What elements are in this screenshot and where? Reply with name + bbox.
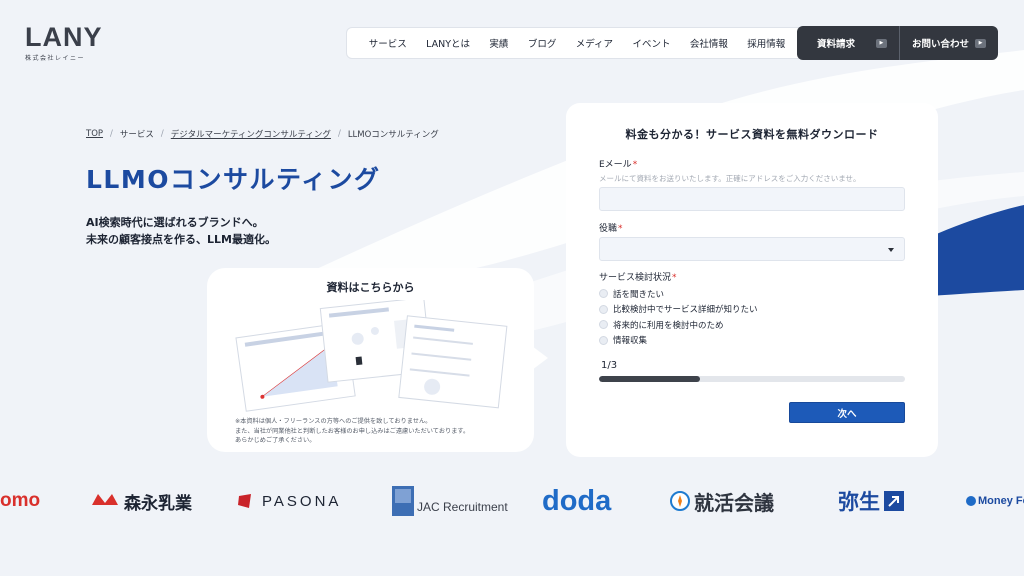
status-option-future[interactable]: 将来的に利用を検討中のため <box>599 317 758 333</box>
client-logo-moneyforward: Money For <box>966 478 1024 524</box>
disclaimer-line-3: あらかじめご了承ください。 <box>235 437 316 444</box>
contact-button[interactable]: お問い合わせ ▶ <box>898 26 998 60</box>
required-mark: * <box>632 160 638 170</box>
breadcrumb-service[interactable]: サービス <box>120 128 154 140</box>
client-logo-pasona: PASONA <box>236 478 341 524</box>
client-logo-text: 就活会議 <box>694 490 774 515</box>
status-label-text: サービス検討状況 <box>599 273 672 283</box>
nav-item-event[interactable]: イベント <box>632 36 670 50</box>
hero-lead-line-1: AI検索時代に選ばれるブランドへ。 <box>86 216 264 229</box>
page-title: LLMOコンサルティング <box>86 165 381 194</box>
client-logo-text: PASONA <box>262 492 342 510</box>
role-label: 役職* <box>599 221 623 234</box>
breadcrumb-separator: / <box>337 129 341 139</box>
morinaga-mark-icon <box>92 494 118 505</box>
download-form: 料金も分かる！サービス資料を無料ダウンロード Eメール* メールにて資料をお送り… <box>566 103 938 457</box>
progress-bar <box>599 376 905 382</box>
document-preview-card: 資料はこちらから ※本資料は個人・フリーランスの方等へのご提供を致しておりません… <box>207 268 548 452</box>
status-option-label: 比較検討中でサービス詳細が知りたい <box>613 305 758 316</box>
arrow-up-right-icon <box>884 491 904 511</box>
required-mark: * <box>672 273 677 283</box>
document-preview-image <box>235 300 508 412</box>
next-button[interactable]: 次へ <box>789 402 905 423</box>
status-radio-group: 話を聞きたい 比較検討中でサービス詳細が知りたい 将来的に利用を検討中のため 情… <box>599 286 758 348</box>
nav-item-company[interactable]: 会社情報 <box>690 36 728 50</box>
radio-button[interactable] <box>599 289 608 299</box>
radio-button[interactable] <box>599 335 608 345</box>
compass-icon <box>670 491 690 511</box>
client-logo-text: 森永乳業 <box>124 493 192 514</box>
nav-item-media[interactable]: メディア <box>576 36 613 50</box>
client-logo-text: Money For <box>978 495 1024 507</box>
client-logo-jac: JAC Recruitment <box>392 478 508 524</box>
document-disclaimer: ※本資料は個人・フリーランスの方等へのご提供を致しておりません。 また、当社が同… <box>235 417 469 446</box>
nav-item-blog[interactable]: ブログ <box>528 36 557 50</box>
nav-item-service[interactable]: サービス <box>369 36 407 50</box>
email-label: Eメール* <box>599 157 637 170</box>
nav-item-about[interactable]: LANYとは <box>426 36 470 50</box>
pasona-mark-icon <box>238 494 251 508</box>
jac-mark-icon <box>392 486 414 516</box>
email-label-text: Eメール <box>599 160 632 170</box>
hero-lead: AI検索時代に選ばれるブランドへ。 未来の顧客接点を作る、LLM最適化。 <box>86 214 276 248</box>
caret-down-icon <box>888 248 894 252</box>
radio-button[interactable] <box>599 320 608 330</box>
status-option-label: 話を聞きたい <box>613 289 665 300</box>
lany-logo[interactable]: LANY 株式会社レイニー <box>25 22 103 62</box>
radio-button[interactable] <box>599 304 608 314</box>
breadcrumb-digital-marketing[interactable]: デジタルマーケティングコンサルティング <box>171 128 331 140</box>
request-document-label: 資料請求 <box>817 39 856 50</box>
status-option-label: 情報収集 <box>613 336 648 347</box>
moneyforward-mark-icon <box>966 496 976 506</box>
disclaimer-line-2: また、当社が同業他社と判断したお客様のお申し込みはご遠慮いただいております。 <box>235 427 470 435</box>
client-logo-omo: omo <box>0 490 41 511</box>
contact-label: お問い合わせ <box>911 39 969 50</box>
form-title: 料金も分かる！サービス資料を無料ダウンロード <box>625 128 879 141</box>
status-option-hear[interactable]: 話を聞きたい <box>599 286 758 302</box>
logo-company-name: 株式会社レイニー <box>25 55 86 62</box>
client-logo-doda: doda <box>542 484 612 517</box>
email-field[interactable] <box>599 187 905 211</box>
breadcrumb-top[interactable]: TOP <box>86 129 103 139</box>
status-option-label: 将来的に利用を検討中のため <box>613 320 724 331</box>
header-cta-group: 資料請求 ▶ お問い合わせ ▶ <box>797 26 998 60</box>
client-logo-text: JAC Recruitment <box>417 500 508 514</box>
required-mark: * <box>618 224 623 234</box>
client-logo-morinaga: 森永乳業 <box>90 478 192 524</box>
request-document-button[interactable]: 資料請求 ▶ <box>797 26 899 60</box>
global-nav: サービス LANYとは 実績 ブログ メディア イベント 会社情報 採用情報 <box>346 27 806 59</box>
play-arrow-icon: ▶ <box>975 38 986 48</box>
client-logo-text: 弥生 <box>838 490 880 514</box>
client-logo-strip: omo 森永乳業 PASONA JAC Recruitment doda 就活会… <box>0 478 1024 524</box>
breadcrumb-separator: / <box>110 129 113 139</box>
breadcrumb: TOP / サービス / デジタルマーケティングコンサルティング / LLMOコ… <box>86 128 439 140</box>
nav-item-works[interactable]: 実績 <box>489 36 508 50</box>
hero-lead-line-2: 未来の顧客接点を作る、LLM最適化。 <box>86 233 276 246</box>
email-help-text: メールにて資料をお送りいたします。正確にアドレスをご入力くださいませ。 <box>599 174 861 183</box>
breadcrumb-current: LLMOコンサルティング <box>347 130 439 140</box>
status-label: サービス検討状況* <box>599 270 677 283</box>
client-logo-yayoi: 弥生 <box>838 478 905 524</box>
nav-item-recruit[interactable]: 採用情報 <box>747 36 785 50</box>
document-card-title: 資料はこちらから <box>326 281 415 294</box>
progress-bar-fill <box>599 376 700 382</box>
status-option-compare[interactable]: 比較検討中でサービス詳細が知りたい <box>599 302 758 318</box>
logo-wordmark: LANY <box>25 22 103 52</box>
disclaimer-line-1: ※本資料は個人・フリーランスの方等へのご提供を致しておりません。 <box>235 418 432 425</box>
play-arrow-icon: ▶ <box>875 38 887 48</box>
role-label-text: 役職 <box>599 224 618 234</box>
step-indicator: 1/3 <box>601 360 618 371</box>
status-option-info[interactable]: 情報収集 <box>599 333 758 349</box>
breadcrumb-separator: / <box>160 129 164 139</box>
role-select[interactable] <box>599 237 905 261</box>
client-logo-shukatsu: 就活会議 <box>670 478 774 524</box>
